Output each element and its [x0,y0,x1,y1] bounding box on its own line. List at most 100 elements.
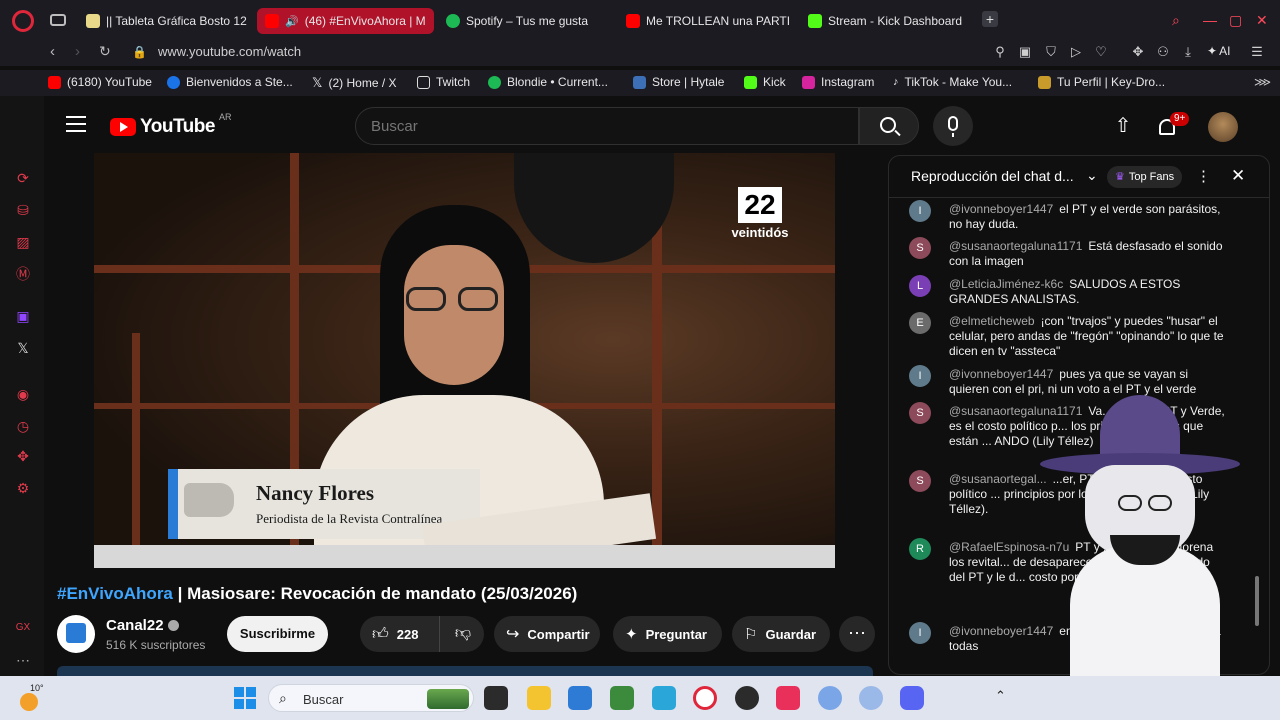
gx-icon[interactable]: GX [14,622,32,640]
aria-ai-button[interactable]: ✦ AI [1207,44,1230,58]
opera-gx-icon[interactable] [693,686,717,710]
settings-icon[interactable]: ⚙ [14,480,32,498]
bookmark-keydrop[interactable]: Tu Perfil | Key-Dro... [1038,75,1165,89]
file-explorer-icon[interactable] [527,686,551,710]
video-player[interactable]: 22 veintidós Nancy Flores Periodista de … [94,153,835,568]
top-fans-chip[interactable]: ♛ Top Fans [1107,166,1183,188]
channel-name[interactable]: Canal22 [106,617,179,634]
bookmark-label: Store | Hytale [652,75,725,89]
snapshot-icon[interactable]: ▣ [1017,44,1033,60]
history-icon[interactable]: ◷ [14,418,32,436]
workspaces-icon[interactable] [50,14,66,26]
bookmarks-menu-icon[interactable]: ⋙ [1254,75,1271,89]
bookmark-twitch[interactable]: Twitch [417,75,470,89]
download-icon[interactable]: ⤓ [1180,44,1196,60]
start-button[interactable] [234,687,256,709]
more-vert-icon[interactable]: ⋮ [1196,167,1211,185]
extensions-sidebar-icon[interactable]: ✥ [14,448,32,466]
gx-corner-icon[interactable]: ▨ [14,234,32,252]
notifications-button[interactable]: 9+ [1156,112,1190,139]
description-box[interactable] [57,666,873,676]
bookmark-hytale[interactable]: Store | Hytale [633,75,724,89]
tab-kick-dashboard[interactable]: Stream - Kick Dashboard [800,8,975,34]
chat-scrollbar[interactable] [1255,576,1259,626]
title-hashtag[interactable]: #EnVivoAhora [57,584,173,603]
chat-author[interactable]: @susanaortegaluna1171 [949,239,1082,253]
bookmark-kick[interactable]: Kick [744,75,786,89]
maximize-icon[interactable]: ▢ [1229,12,1242,29]
bookmark-spotify[interactable]: Blondie • Current... [488,75,608,89]
more-sidebar-icon[interactable]: ⋯ [14,652,32,670]
youtube-logo[interactable]: YouTube AR [110,112,231,138]
opera-logo-icon[interactable] [12,10,34,32]
pin-icon[interactable]: ⚲ [992,44,1008,60]
app-icon[interactable] [859,686,883,710]
chat-avatar: S [909,470,931,492]
tiktok-live-icon[interactable] [776,686,800,710]
forward-icon[interactable]: › [75,43,80,60]
easy-setup-icon[interactable]: ☰ [1249,44,1265,60]
ask-button[interactable]: ✦ Preguntar [613,616,722,652]
voice-search-button[interactable] [933,106,973,146]
bookmark-instagram[interactable]: Instagram [802,75,874,89]
store-icon[interactable] [568,686,592,710]
subscribe-button[interactable]: Suscribirme [227,616,328,652]
messenger-icon[interactable]: Ⓜ [14,264,32,282]
channel-name-label: Canal22 [106,617,164,634]
chat-author[interactable]: @ivonneboyer1447 [949,202,1053,216]
search-input[interactable] [355,107,859,145]
search-tabs-icon[interactable]: ⌕ [1172,12,1180,29]
crypto-wallet-icon[interactable]: ⛁ [14,202,32,220]
heart-icon[interactable]: ♡ [1093,44,1109,60]
close-window-icon[interactable]: ✕ [1256,12,1268,29]
x-icon[interactable]: 𝕏 [14,340,32,358]
aria-icon[interactable]: ⟳ [14,170,32,188]
photos-icon[interactable] [652,686,676,710]
bookmark-steam[interactable]: Bienvenidos a Ste... [167,75,293,89]
obs-icon[interactable] [735,686,759,710]
url-field[interactable]: www.youtube.com/watch [158,44,301,59]
tab-envivoahora[interactable]: 🔊 (46) #EnVivoAhora | M [257,8,434,34]
bookmark-youtube[interactable]: (6180) YouTube [48,75,152,89]
share-button[interactable]: ↪ Compartir [494,616,600,652]
chevron-down-icon[interactable]: ⌄ [1086,167,1098,184]
app-icon[interactable] [818,686,842,710]
play-icon[interactable]: ▷ [1068,44,1084,60]
adblock-icon[interactable]: ⛉ [1043,44,1059,60]
bookmark-x[interactable]: 𝕏 (2) Home / X [312,75,397,91]
wallet-icon[interactable]: ⚇ [1155,44,1171,60]
minecraft-icon[interactable] [610,686,634,710]
tab-tableta[interactable]: || Tableta Gráfica Bosto 12 [78,8,253,34]
weather-widget[interactable]: 10° [18,683,58,713]
more-actions-button[interactable]: ⋯ [839,616,875,652]
avatar[interactable] [1208,112,1238,142]
task-view-icon[interactable] [484,686,508,710]
discord-icon[interactable] [900,686,924,710]
chat-author[interactable]: @LeticiaJiménez-k6c [949,277,1063,291]
channel-avatar[interactable] [57,615,95,653]
twitch-icon[interactable]: ▣ [14,308,32,326]
vtuber-overlay [1030,395,1250,720]
new-tab-button[interactable]: + [982,11,998,27]
chat-author[interactable]: @ivonneboyer1447 [949,367,1053,381]
back-icon[interactable]: ‹ [50,43,55,60]
dislike-button[interactable]: 👎︎ [442,616,484,652]
save-button[interactable]: ⚐ Guardar [732,616,830,652]
reload-icon[interactable]: ↻ [99,43,111,60]
tray-overflow-icon[interactable]: ⌃ [995,688,1006,704]
chat-header-title[interactable]: Reproducción del chat d... [911,168,1074,184]
search-button[interactable] [859,107,919,145]
hytale-icon [633,75,646,89]
bookmark-tiktok[interactable]: ♪ TikTok - Make You... [893,75,1012,89]
tab-spotify[interactable]: Spotify – Tus me gusta [438,8,613,34]
tab-trollean[interactable]: Me TROLLEAN una PARTI [618,8,793,34]
taskbar-search[interactable]: ⌕ Buscar [268,684,474,712]
chat-author[interactable]: @elmeticheweb [949,314,1035,328]
minimize-icon[interactable]: — [1203,12,1217,28]
player-icon[interactable]: ◉ [14,386,32,404]
upload-icon[interactable]: ⇧ [1113,116,1133,136]
like-button[interactable]: 👍︎ 228 [360,616,440,652]
menu-icon[interactable] [66,116,86,132]
extensions-icon[interactable]: ✥ [1130,44,1146,60]
close-icon[interactable]: ✕ [1231,166,1245,186]
